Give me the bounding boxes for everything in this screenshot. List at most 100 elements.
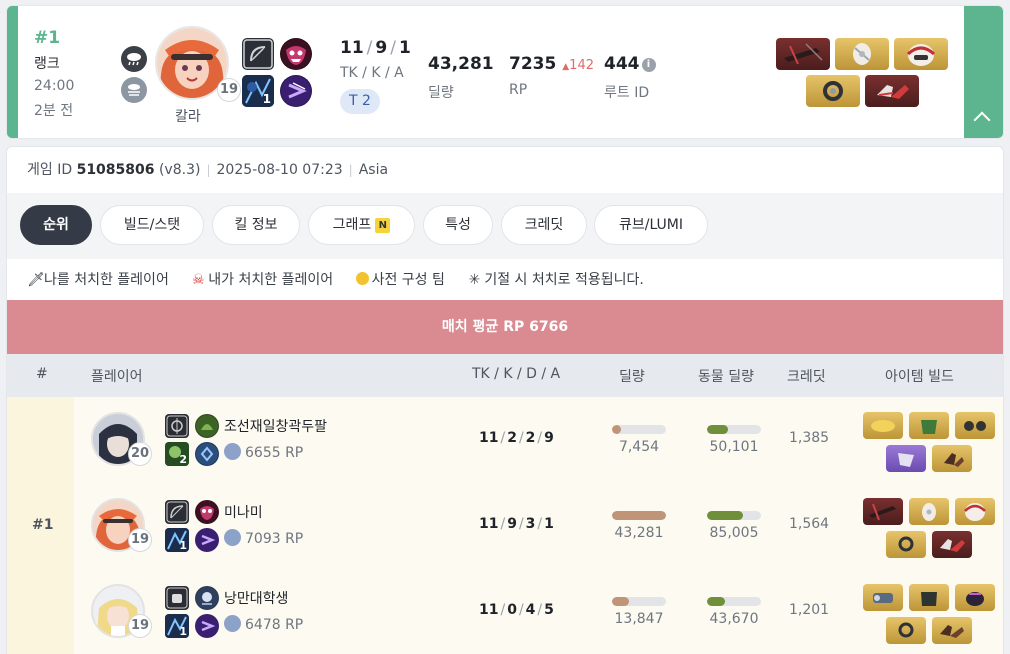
augment-icon[interactable] — [195, 528, 219, 552]
player-credit: 1,385 — [789, 430, 830, 446]
stun-icon: ✳ — [468, 272, 481, 288]
player-rp: 7093 RP — [224, 529, 303, 547]
leather-boots-item-icon[interactable] — [932, 445, 972, 472]
tactical-skill-icon[interactable]: 1 — [242, 75, 274, 107]
crosshair-weapon-icon[interactable] — [165, 414, 189, 438]
helmet-item-icon[interactable] — [955, 498, 995, 525]
crossbow-item-icon[interactable] — [776, 38, 830, 70]
detail-tab-bar: 순위 빌드/스탯 킬 정보 그래프 N 특성 크레딧 큐브/LUMI — [7, 193, 1003, 259]
character-level-badge: 19 — [217, 78, 241, 102]
col-player: 플레이어 — [91, 369, 143, 385]
spirit-trait-icon[interactable] — [195, 586, 219, 610]
tactical-skill-icon[interactable]: 1 — [165, 614, 189, 638]
leather-boots-item-icon[interactable] — [932, 617, 972, 644]
goggles-item-icon[interactable] — [955, 412, 995, 439]
tab-credits[interactable]: 크레딧 — [501, 205, 587, 245]
player-rp: 6478 RP — [224, 615, 303, 633]
fist-weapon-icon[interactable] — [165, 586, 189, 610]
summary-route-label: 루트 ID — [604, 85, 650, 101]
damage-bar — [612, 511, 666, 520]
legend: 🗡나를 처치한 플레이어 ☠ 내가 처치한 플레이어 사전 구성 팀 ✳ 기절 시 … — [27, 272, 644, 288]
tactical-skill-icon[interactable]: 1 — [165, 528, 189, 552]
rp-tier-icon — [224, 529, 241, 546]
info-icon[interactable]: i — [641, 58, 656, 72]
dark-armor-item-icon[interactable] — [909, 584, 949, 611]
game-version: (v8.3) — [158, 162, 201, 178]
player-name[interactable]: 미나미 — [224, 502, 263, 522]
tab-ranking[interactable]: 순위 — [20, 205, 92, 245]
player-animal-damage: 85,005 — [709, 525, 759, 541]
match-detail-panel: 게임 ID 51085806 (v8.3) | 2025-08-10 07:23 | A… — [6, 146, 1004, 654]
boots-item-icon[interactable] — [932, 531, 972, 558]
player-level: 19 — [128, 528, 152, 552]
col-items: 아이템 빌드 — [885, 369, 954, 385]
rp-tier-icon — [224, 443, 241, 460]
tab-graph[interactable]: 그래프 N — [308, 205, 415, 245]
animal-damage-bar — [707, 597, 761, 606]
glove-item-icon[interactable] — [909, 498, 949, 525]
player-damage: 13,847 — [614, 611, 664, 627]
expand-toggle-button[interactable] — [964, 6, 1003, 138]
player-kda: 11/0/4/5 — [479, 602, 554, 618]
table-header: # 플레이어 TK / K / D / A 딜량 동물 딜량 크레딧 아이템 빌… — [7, 354, 1003, 397]
player-rp: 6655 RP — [224, 443, 303, 461]
crossbow-item-icon[interactable] — [863, 498, 903, 525]
heal-skill-icon[interactable]: 2 — [165, 442, 189, 466]
glove-item-icon[interactable] — [835, 38, 889, 70]
purple-accessory-item-icon[interactable] — [886, 445, 926, 472]
player-level: 19 — [128, 614, 152, 638]
team-icon — [355, 272, 369, 285]
augment-icon[interactable] — [280, 75, 312, 107]
player-damage: 7,454 — [618, 439, 660, 455]
ring-item-icon[interactable] — [886, 617, 926, 644]
table-row[interactable]: 19 1 낭만대학생 6478 RP 11/0/4/5 13,847 43,67… — [74, 569, 1003, 654]
match-average-rp: 매치 평균 RP 6766 — [7, 300, 1003, 354]
player-damage: 43,281 — [614, 525, 664, 541]
summary-route: 444 i — [604, 54, 656, 74]
rain-weather-icon — [121, 46, 147, 72]
character-name: 칼라 — [175, 109, 201, 125]
ring-item-icon[interactable] — [886, 531, 926, 558]
player-kda: 11/9/3/1 — [479, 516, 554, 532]
augment-icon[interactable] — [195, 614, 219, 638]
player-name[interactable]: 조선재일창곽두팔 — [224, 416, 327, 436]
boots-item-icon[interactable] — [865, 75, 919, 107]
tab-traits[interactable]: 특성 — [423, 205, 493, 245]
col-credit: 크레딧 — [787, 369, 826, 385]
tab-cube-lumi[interactable]: 큐브/LUMI — [594, 205, 708, 245]
game-region: Asia — [358, 162, 389, 178]
demon-mask-trait-icon[interactable] — [195, 500, 219, 524]
player-credit: 1,564 — [789, 516, 830, 532]
summary-rp-label: RP — [509, 82, 528, 98]
player-name[interactable]: 낭만대학생 — [224, 588, 288, 608]
dagger-icon: 🗡 — [27, 272, 45, 288]
col-kda: TK / K / D / A — [472, 366, 561, 382]
player-animal-damage: 50,101 — [709, 439, 759, 455]
helmet-item-icon[interactable] — [894, 38, 948, 70]
table-row[interactable]: 19 1 미나미 7093 RP 11/9/3/1 43,281 85,005 … — [74, 483, 1003, 569]
rp-tier-icon — [224, 615, 241, 632]
player-credit: 1,201 — [789, 602, 830, 618]
shield-augment-icon[interactable] — [195, 442, 219, 466]
team-rank-cell: #1 — [7, 397, 74, 654]
green-armor-item-icon[interactable] — [909, 412, 949, 439]
gold-weapon-item-icon[interactable] — [863, 412, 903, 439]
summary-kda: 11/9/1 — [340, 38, 411, 58]
team-group: #1 20 2 조선재일창곽두팔 6655 RP 11/2/2/9 7,454 … — [7, 397, 1003, 654]
tab-build-stats[interactable]: 빌드/스탯 — [100, 205, 204, 245]
damage-bar — [612, 597, 666, 606]
tab-kill-info[interactable]: 킬 정보 — [212, 205, 300, 245]
col-animal-damage: 동물 딜량 — [698, 369, 754, 385]
new-badge: N — [375, 218, 391, 233]
gauntlet-item-icon[interactable] — [863, 584, 903, 611]
bow-weapon-icon[interactable] — [165, 500, 189, 524]
nature-trait-icon[interactable] — [195, 414, 219, 438]
headgear-item-icon[interactable] — [955, 584, 995, 611]
animal-damage-bar — [707, 511, 761, 520]
table-row[interactable]: 20 2 조선재일창곽두팔 6655 RP 11/2/2/9 7,454 50,… — [74, 397, 1003, 483]
bow-weapon-icon[interactable] — [242, 38, 274, 70]
demon-mask-trait-icon[interactable] — [280, 38, 312, 70]
ring-item-icon[interactable] — [806, 75, 860, 107]
game-id: 51085806 — [76, 162, 155, 178]
rp-delta: ▲142 — [562, 58, 594, 73]
